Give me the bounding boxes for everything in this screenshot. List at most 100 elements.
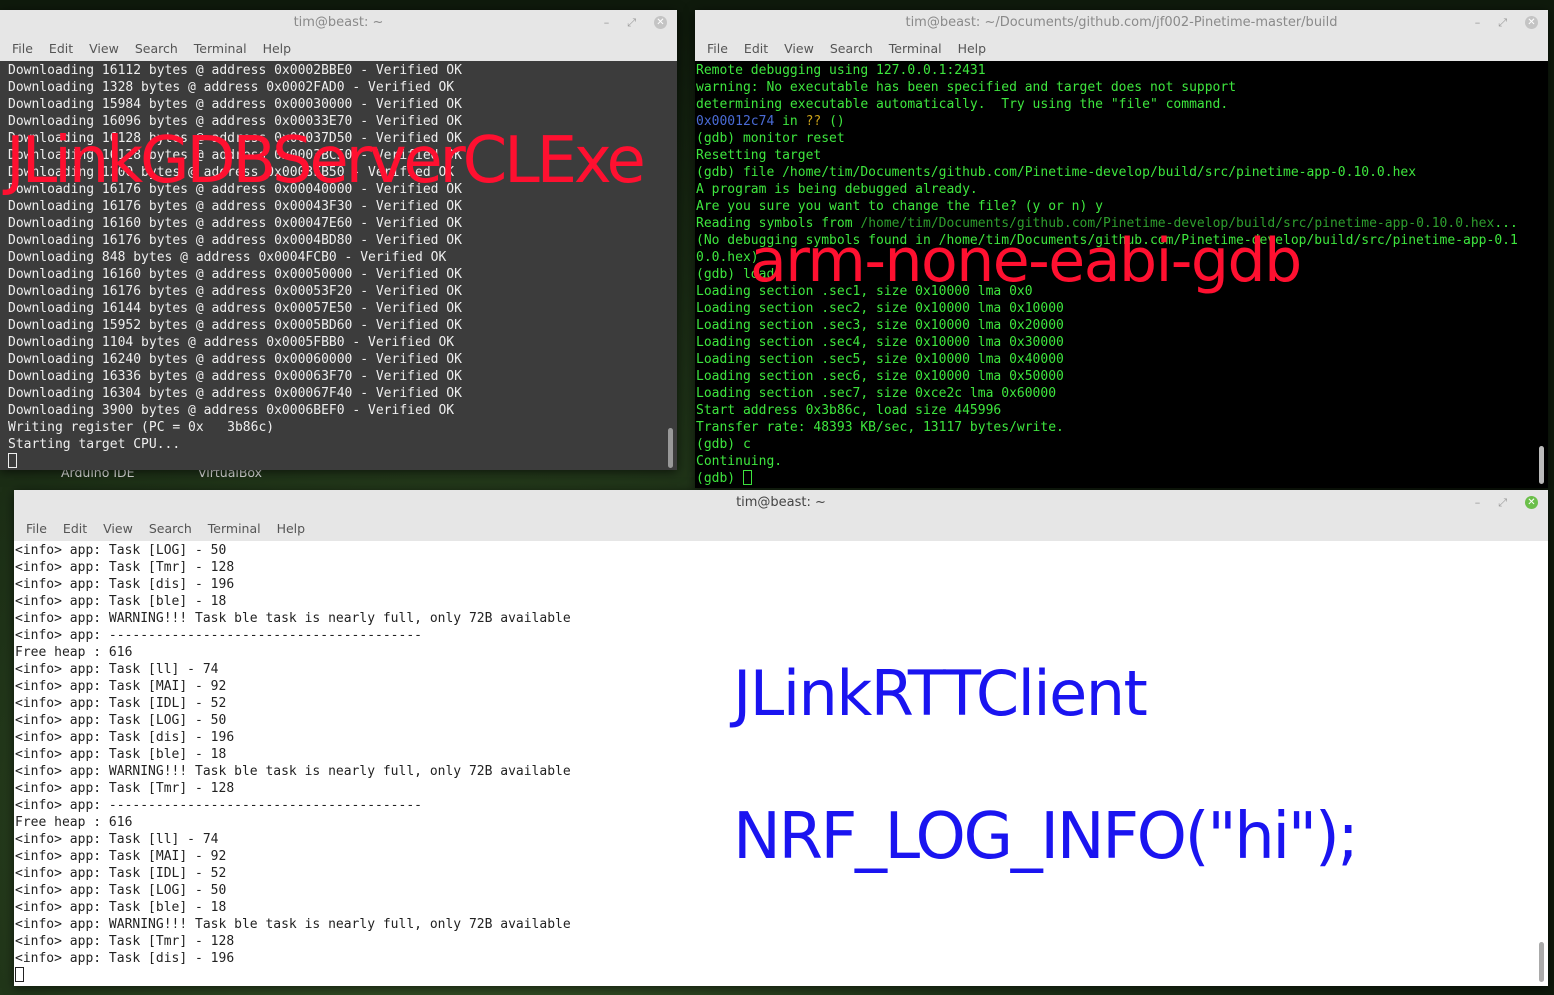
terminal-line: 0.0.hex) [696,249,1548,266]
menu-view[interactable]: View [95,521,141,536]
terminal-line: <info> app: Task [Tmr] - 128 [15,934,235,949]
maximize-icon[interactable]: ⤢ [1498,490,1507,515]
terminal-text: 0x00012c74 [696,114,775,129]
terminal-line: <info> app: Task [ll] - 74 [15,832,219,847]
scrollbar[interactable] [1539,942,1544,982]
terminal-line: Downloading 15952 bytes @ address 0x0005… [8,318,462,333]
terminal-text: Start address 0x3b86c, load size 445996 [696,403,1002,418]
terminal-line: Loading section .sec4, size 0x10000 lma … [696,334,1548,351]
terminal-text: Reading symbols from [696,216,861,231]
terminal-window-gdb[interactable]: tim@beast: ~/Documents/github.com/jf002-… [695,10,1548,488]
close-icon[interactable]: ✕ [1525,496,1538,509]
menu-view[interactable]: View [776,41,822,56]
terminal-line: Downloading 16128 bytes @ address 0x0003… [8,148,462,163]
minimize-icon[interactable]: – [1475,10,1481,35]
terminal-line: (gdb) file /home/tim/Documents/github.co… [696,164,1548,181]
terminal-line: Downloading 3900 bytes @ address 0x0006B… [8,403,455,418]
close-icon[interactable]: ✕ [1525,16,1538,29]
terminal-line: Downloading 16128 bytes @ address 0x0003… [8,131,462,146]
terminal-text: Resetting target [696,148,822,163]
menu-file[interactable]: File [18,521,55,536]
terminal-line: Resetting target [696,147,1548,164]
terminal-text: /home/tim/Documents/github.com/Pinetime-… [860,216,1495,231]
terminal-line: Downloading 16176 bytes @ address 0x0004… [8,199,462,214]
terminal-line: Loading section .sec3, size 0x10000 lma … [696,317,1548,334]
terminal-line: <info> app: Task [ble] - 18 [15,594,227,609]
menu-bar: File Edit View Search Terminal Help [14,515,1548,541]
terminal-line: Downloading 16176 bytes @ address 0x0004… [8,233,462,248]
terminal-line: Downloading 16160 bytes @ address 0x0005… [8,267,462,282]
menu-search[interactable]: Search [141,521,200,536]
terminal-line: Free heap : 616 [15,815,133,830]
terminal-line: Free heap : 616 [15,645,133,660]
terminal-line: Downloading 16144 bytes @ address 0x0005… [8,301,462,316]
menu-terminal[interactable]: Terminal [200,521,269,536]
terminal-line: <info> app: Task [MAI] - 92 [15,849,227,864]
minimize-icon[interactable]: – [604,10,610,35]
terminal-text: determining executable automatically. Tr… [696,97,1229,112]
terminal-line: <info> app: ----------------------------… [15,628,422,643]
terminal-line: Reading symbols from /home/tim/Documents… [696,215,1548,232]
menu-edit[interactable]: Edit [41,41,81,56]
menu-help[interactable]: Help [269,521,314,536]
menu-terminal[interactable]: Terminal [186,41,255,56]
menu-file[interactable]: File [4,41,41,56]
menu-search[interactable]: Search [127,41,186,56]
terminal-line: Downloading 16240 bytes @ address 0x0006… [8,352,462,367]
terminal-line: <info> app: WARNING!!! Task ble task is … [15,917,571,932]
menu-search[interactable]: Search [822,41,881,56]
menu-edit[interactable]: Edit [55,521,95,536]
title-bar[interactable]: tim@beast: ~ – ⤢ ✕ [0,10,677,35]
prompt-line [15,967,1548,984]
title-bar[interactable]: tim@beast: ~/Documents/github.com/jf002-… [695,10,1548,35]
scrollbar[interactable] [668,428,673,468]
minimize-icon[interactable]: – [1475,490,1481,515]
terminal-line: A program is being debugged already. [696,181,1548,198]
terminal-line: determining executable automatically. Tr… [696,96,1548,113]
maximize-icon[interactable]: ⤢ [627,10,636,35]
scrollbar[interactable] [1539,446,1544,484]
menu-help[interactable]: Help [950,41,995,56]
terminal-text: Loading section .sec6, size 0x10000 lma … [696,369,1064,384]
terminal-line: Loading section .sec2, size 0x10000 lma … [696,300,1548,317]
terminal-text: warning: No executable has been specifie… [696,80,1237,95]
terminal-line: Downloading 15984 bytes @ address 0x0003… [8,97,462,112]
terminal-text: Loading section .sec2, size 0x10000 lma … [696,301,1064,316]
terminal-line: <info> app: WARNING!!! Task ble task is … [15,764,571,779]
terminal-line: <info> app: Task [IDL] - 52 [15,696,227,711]
terminal-window-gdbserver[interactable]: tim@beast: ~ – ⤢ ✕ File Edit View Search Termi… [0,10,677,470]
terminal-output[interactable]: <info> app: Task [LOG] - 50 <info> app: T… [14,541,1548,986]
menu-edit[interactable]: Edit [736,41,776,56]
terminal-line: Downloading 16336 bytes @ address 0x0006… [8,369,462,384]
menu-terminal[interactable]: Terminal [881,41,950,56]
terminal-line: <info> app: Task [ble] - 18 [15,900,227,915]
terminal-window-rtt[interactable]: tim@beast: ~ – ⤢ ✕ File Edit View Search Termi… [14,490,1548,986]
terminal-line: <info> app: Task [dis] - 196 [15,730,235,745]
close-icon[interactable]: ✕ [654,16,667,29]
terminal-line: Transfer rate: 48393 KB/sec, 13117 bytes… [696,419,1548,436]
text-cursor [742,470,752,485]
terminal-output[interactable]: Downloading 16112 bytes @ address 0x0002… [0,61,677,470]
terminal-line: Downloading 1328 bytes @ address 0x0002F… [8,80,455,95]
terminal-line: Downloading 16176 bytes @ address 0x0004… [8,182,462,197]
terminal-line: Downloading 1104 bytes @ address 0x0005F… [8,335,455,350]
terminal-line: Downloading 848 bytes @ address 0x0004FC… [8,250,447,265]
terminal-line: <info> app: Task [ble] - 18 [15,747,227,762]
menu-view[interactable]: View [81,41,127,56]
maximize-icon[interactable]: ⤢ [1498,10,1507,35]
terminal-line: Downloading 16176 bytes @ address 0x0005… [8,284,462,299]
terminal-line: <info> app: Task [LOG] - 50 [15,543,227,558]
window-title: tim@beast: ~ [736,495,826,510]
terminal-line: (No debugging symbols found in /home/tim… [696,232,1548,249]
terminal-text: Loading section .sec5, size 0x10000 lma … [696,352,1064,367]
terminal-output[interactable]: Remote debugging using 127.0.0.1:2431 war… [695,61,1548,488]
title-bar[interactable]: tim@beast: ~ – ⤢ ✕ [14,490,1548,515]
terminal-text: Are you sure you want to change the file… [696,199,1103,214]
terminal-text: (gdb) load [696,267,775,282]
gdb-prompt: (gdb) [696,471,743,486]
terminal-line: <info> app: Task [IDL] - 52 [15,866,227,881]
menu-file[interactable]: File [699,41,736,56]
menu-help[interactable]: Help [255,41,300,56]
terminal-text: 0.0.hex) [696,250,759,265]
terminal-line: Downloading 16160 bytes @ address 0x0004… [8,216,462,231]
